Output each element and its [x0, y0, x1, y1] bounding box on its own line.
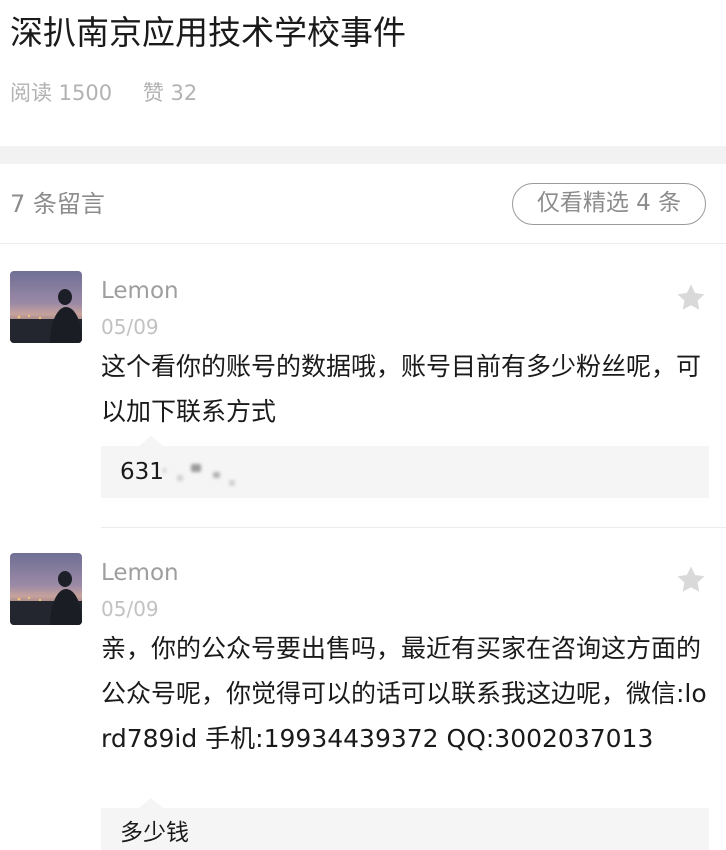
comment-divider	[101, 527, 726, 528]
star-icon	[677, 566, 705, 592]
star-icon	[677, 284, 705, 310]
comment-text: 这个看你的账号的数据哦，账号目前有多少粉丝呢，可以加下联系方式	[101, 352, 702, 426]
comment-nickname[interactable]: Lemon	[101, 276, 179, 306]
featured-only-button[interactable]: 仅看精选 4 条	[512, 183, 706, 225]
author-reply: 631	[101, 446, 709, 498]
redacted-blur	[213, 472, 220, 478]
star-button[interactable]	[675, 282, 707, 314]
read-count: 阅读 1500	[10, 81, 113, 105]
avatar-photo-icon	[10, 553, 82, 625]
article-meta: 阅读 1500 赞 32	[10, 79, 197, 107]
author-reply: 多少钱	[101, 808, 709, 850]
redacted-blur	[229, 480, 235, 486]
comment-date: 05/09	[101, 597, 159, 621]
like-count[interactable]: 赞 32	[143, 79, 197, 107]
reply-pointer	[139, 798, 163, 808]
section-divider	[0, 146, 726, 164]
avatar[interactable]	[10, 553, 82, 625]
avatar[interactable]	[10, 271, 82, 343]
redacted-blur	[191, 464, 201, 472]
avatar-photo-icon	[10, 271, 82, 343]
star-button[interactable]	[675, 564, 707, 596]
comment-date: 05/09	[101, 315, 159, 339]
reply-text: 631	[120, 459, 164, 485]
article-title: 深扒南京应用技术学校事件	[10, 13, 406, 52]
reply-text: 多少钱	[120, 820, 189, 846]
reply-pointer	[139, 436, 163, 446]
redacted-blur	[163, 468, 166, 473]
redacted-blur	[177, 475, 183, 481]
comment-text: 亲，你的公众号要出售吗，最近有买家在咨询这方面的公众号呢，你觉得可以的话可以联系…	[101, 634, 707, 753]
comment-nickname[interactable]: Lemon	[101, 558, 179, 588]
comment-count: 7 条留言	[10, 190, 105, 218]
header-rule	[0, 243, 726, 244]
